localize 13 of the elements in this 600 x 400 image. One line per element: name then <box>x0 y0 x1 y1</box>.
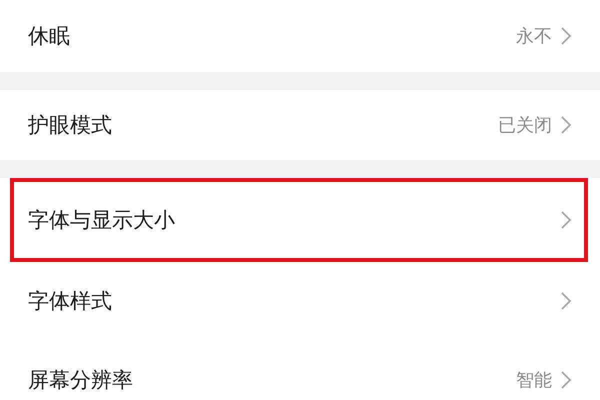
setting-value: 已关闭 <box>498 114 552 137</box>
setting-label: 护眼模式 <box>28 112 113 139</box>
setting-label: 休眠 <box>28 23 71 50</box>
chevron-icon <box>560 115 572 135</box>
chevron-icon <box>560 370 572 390</box>
chevron-icon <box>560 210 572 230</box>
chevron-icon <box>560 26 572 46</box>
chevron-icon <box>560 291 572 311</box>
setting-value: 智能 <box>516 369 552 392</box>
setting-label: 屏幕分辨率 <box>28 367 134 394</box>
setting-label: 字体与显示大小 <box>28 207 176 234</box>
setting-label: 字体样式 <box>28 288 113 315</box>
setting-value: 永不 <box>516 25 552 48</box>
